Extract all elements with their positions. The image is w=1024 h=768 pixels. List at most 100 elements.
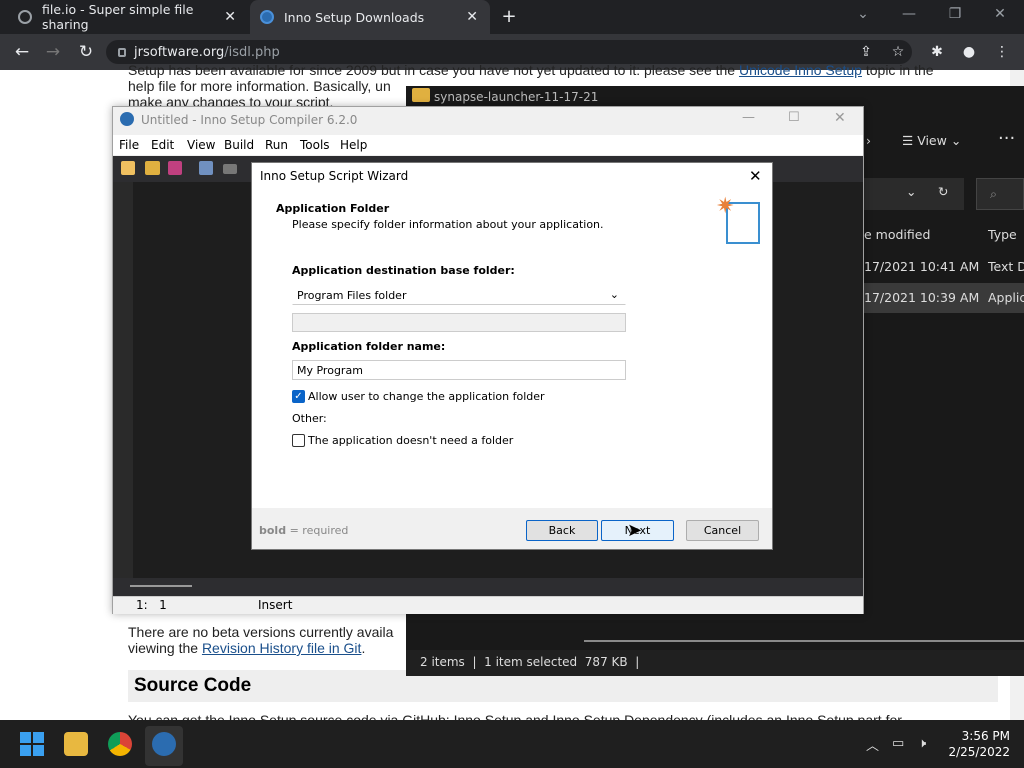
close-dialog-button[interactable]: ✕ [749, 167, 762, 185]
file-row-type[interactable]: Text Do [988, 259, 1024, 274]
status-item-count: 2 items | 1 item selected 787 KB | [420, 655, 640, 669]
custom-folder-input[interactable] [292, 313, 626, 332]
save-icon[interactable] [168, 161, 182, 175]
compile-icon[interactable] [199, 161, 213, 175]
stop-compile-icon[interactable] [223, 164, 237, 174]
maximize-button[interactable]: ☐ [788, 110, 800, 125]
menu-tools[interactable]: Tools [300, 138, 330, 152]
menu-run[interactable]: Run [265, 138, 288, 152]
menu-file[interactable]: File [119, 138, 139, 152]
windows-start-icon[interactable] [20, 732, 44, 756]
file-row-type[interactable]: Applica [988, 290, 1024, 305]
page-paragraph-line: You can get the Inno Setup source code v… [128, 712, 913, 720]
view-icon: ☰ [902, 133, 918, 148]
editor-gutter [113, 182, 133, 578]
revision-history-link[interactable]: Revision History file in Git [202, 640, 362, 656]
network-icon[interactable]: ▭ [892, 736, 904, 751]
view-label: View [917, 133, 947, 148]
chrome-menu-icon[interactable]: ⋮ [992, 44, 1012, 60]
menu-help[interactable]: Help [340, 138, 367, 152]
clock-time[interactable]: 3:56 PM [948, 729, 1010, 743]
text: viewing the [128, 640, 199, 656]
new-file-icon[interactable] [121, 161, 135, 175]
globe-icon [18, 10, 32, 24]
inno-setup-taskbar-icon[interactable] [152, 732, 176, 756]
address-bar[interactable]: jrsoftware.org/isdl.php [106, 40, 912, 64]
no-folder-label[interactable]: The application doesn't need a folder [308, 434, 513, 447]
chevron-up-icon[interactable]: ︿ [866, 735, 879, 754]
folder-name-input[interactable]: My Program [292, 360, 626, 380]
chevron-down-icon[interactable]: ⌄ [906, 184, 916, 199]
inno-status-bar [113, 596, 863, 614]
forward-arrow-icon[interactable]: → [42, 42, 64, 62]
chevron-down-icon: ⌄ [609, 288, 619, 301]
text: 2 items [420, 655, 465, 669]
tab-inno-setup-downloads[interactable]: Inno Setup Downloads ✕ [250, 0, 490, 34]
folder-name-label: Application folder name: [292, 340, 446, 353]
new-tab-button[interactable]: + [498, 6, 520, 28]
search-icon: ⌕ [990, 186, 998, 201]
hint-text: = required [286, 524, 349, 537]
close-tab-icon[interactable]: ✕ [466, 9, 478, 25]
back-button[interactable]: Back [526, 520, 598, 541]
open-folder-icon[interactable] [145, 161, 160, 175]
close-window-button[interactable]: ✕ [988, 6, 1012, 22]
clock-date[interactable]: 2/25/2022 [940, 745, 1010, 759]
tab-title: Inno Setup Downloads [284, 9, 425, 25]
mouse-cursor-icon: ➤ [627, 520, 643, 541]
text: 1 item selected [484, 655, 578, 669]
scroll-thumb[interactable] [130, 585, 192, 587]
editor-hscroll[interactable] [113, 578, 863, 596]
minimize-button[interactable]: — [897, 6, 921, 22]
wizard-page-subheading: Please specify folder information about … [292, 218, 604, 231]
base-folder-select[interactable]: Program Files folder ⌄ [292, 285, 626, 305]
sparkle-icon: ✷ [716, 194, 735, 219]
start-square [20, 745, 31, 756]
explorer-title: synapse-launcher-11-17-21 [434, 90, 599, 104]
text: Setup has been available for since 2009 … [128, 62, 736, 78]
column-header-modified[interactable]: e modified [864, 227, 930, 242]
close-tab-icon[interactable]: ✕ [224, 9, 236, 25]
explorer-search-box[interactable] [976, 178, 1024, 210]
page-paragraph: Setup has been available for since 2009 … [128, 62, 934, 78]
start-square [33, 745, 44, 756]
volume-icon[interactable]: 🕨 [918, 736, 926, 751]
minimize-button[interactable]: — [742, 110, 755, 125]
reload-icon[interactable]: ↻ [75, 42, 97, 62]
menu-build[interactable]: Build [224, 138, 254, 152]
allow-change-checkbox[interactable]: ✓ [292, 390, 305, 403]
share-icon[interactable]: ⇪ [856, 44, 876, 60]
file-row-modified[interactable]: 17/2021 10:41 AM [864, 259, 979, 274]
unicode-inno-setup-link[interactable]: Unicode Inno Setup [739, 62, 862, 78]
lock-icon [118, 47, 126, 57]
no-folder-checkbox[interactable] [292, 434, 305, 447]
back-arrow-icon[interactable]: ← [11, 42, 33, 62]
view-menu-button[interactable]: ☰ View ⌄ [902, 133, 961, 148]
horizontal-scrollbar[interactable] [584, 640, 1024, 642]
bookmark-star-icon[interactable]: ☆ [888, 44, 908, 60]
edit-mode: Insert [258, 598, 293, 612]
allow-change-label[interactable]: Allow user to change the application fol… [308, 390, 545, 403]
more-options-icon[interactable]: ··· [998, 128, 1015, 149]
tab-file-io[interactable]: file.io - Super simple file sharing ✕ [8, 0, 248, 34]
menu-view[interactable]: View [187, 138, 215, 152]
refresh-icon[interactable]: ↻ [938, 184, 948, 199]
restore-button[interactable]: ❐ [943, 6, 967, 22]
inno-app-icon [120, 112, 134, 126]
tab-title: file.io - Super simple file sharing [42, 2, 194, 32]
page-paragraph-line: help file for more information. Basicall… [128, 78, 391, 94]
close-window-button[interactable]: ✕ [834, 110, 846, 126]
menu-edit[interactable]: Edit [151, 138, 174, 152]
cancel-button[interactable]: Cancel [686, 520, 759, 541]
tab-search-icon[interactable]: ⌄ [851, 6, 875, 22]
page-paragraph-line: There are no beta versions currently ava… [128, 624, 394, 640]
base-folder-value: Program Files folder [297, 289, 407, 302]
column-header-type[interactable]: Type [988, 227, 1017, 242]
file-explorer-taskbar-icon[interactable] [64, 732, 88, 756]
wizard-title: Inno Setup Script Wizard [260, 169, 409, 183]
chrome-taskbar-icon[interactable] [108, 732, 132, 756]
extensions-puzzle-icon[interactable]: ✱ [927, 44, 947, 60]
profile-avatar-icon[interactable]: ● [959, 44, 979, 60]
file-row-modified[interactable]: 17/2021 10:39 AM [864, 290, 979, 305]
cursor-position: 1: 1 [136, 598, 167, 612]
